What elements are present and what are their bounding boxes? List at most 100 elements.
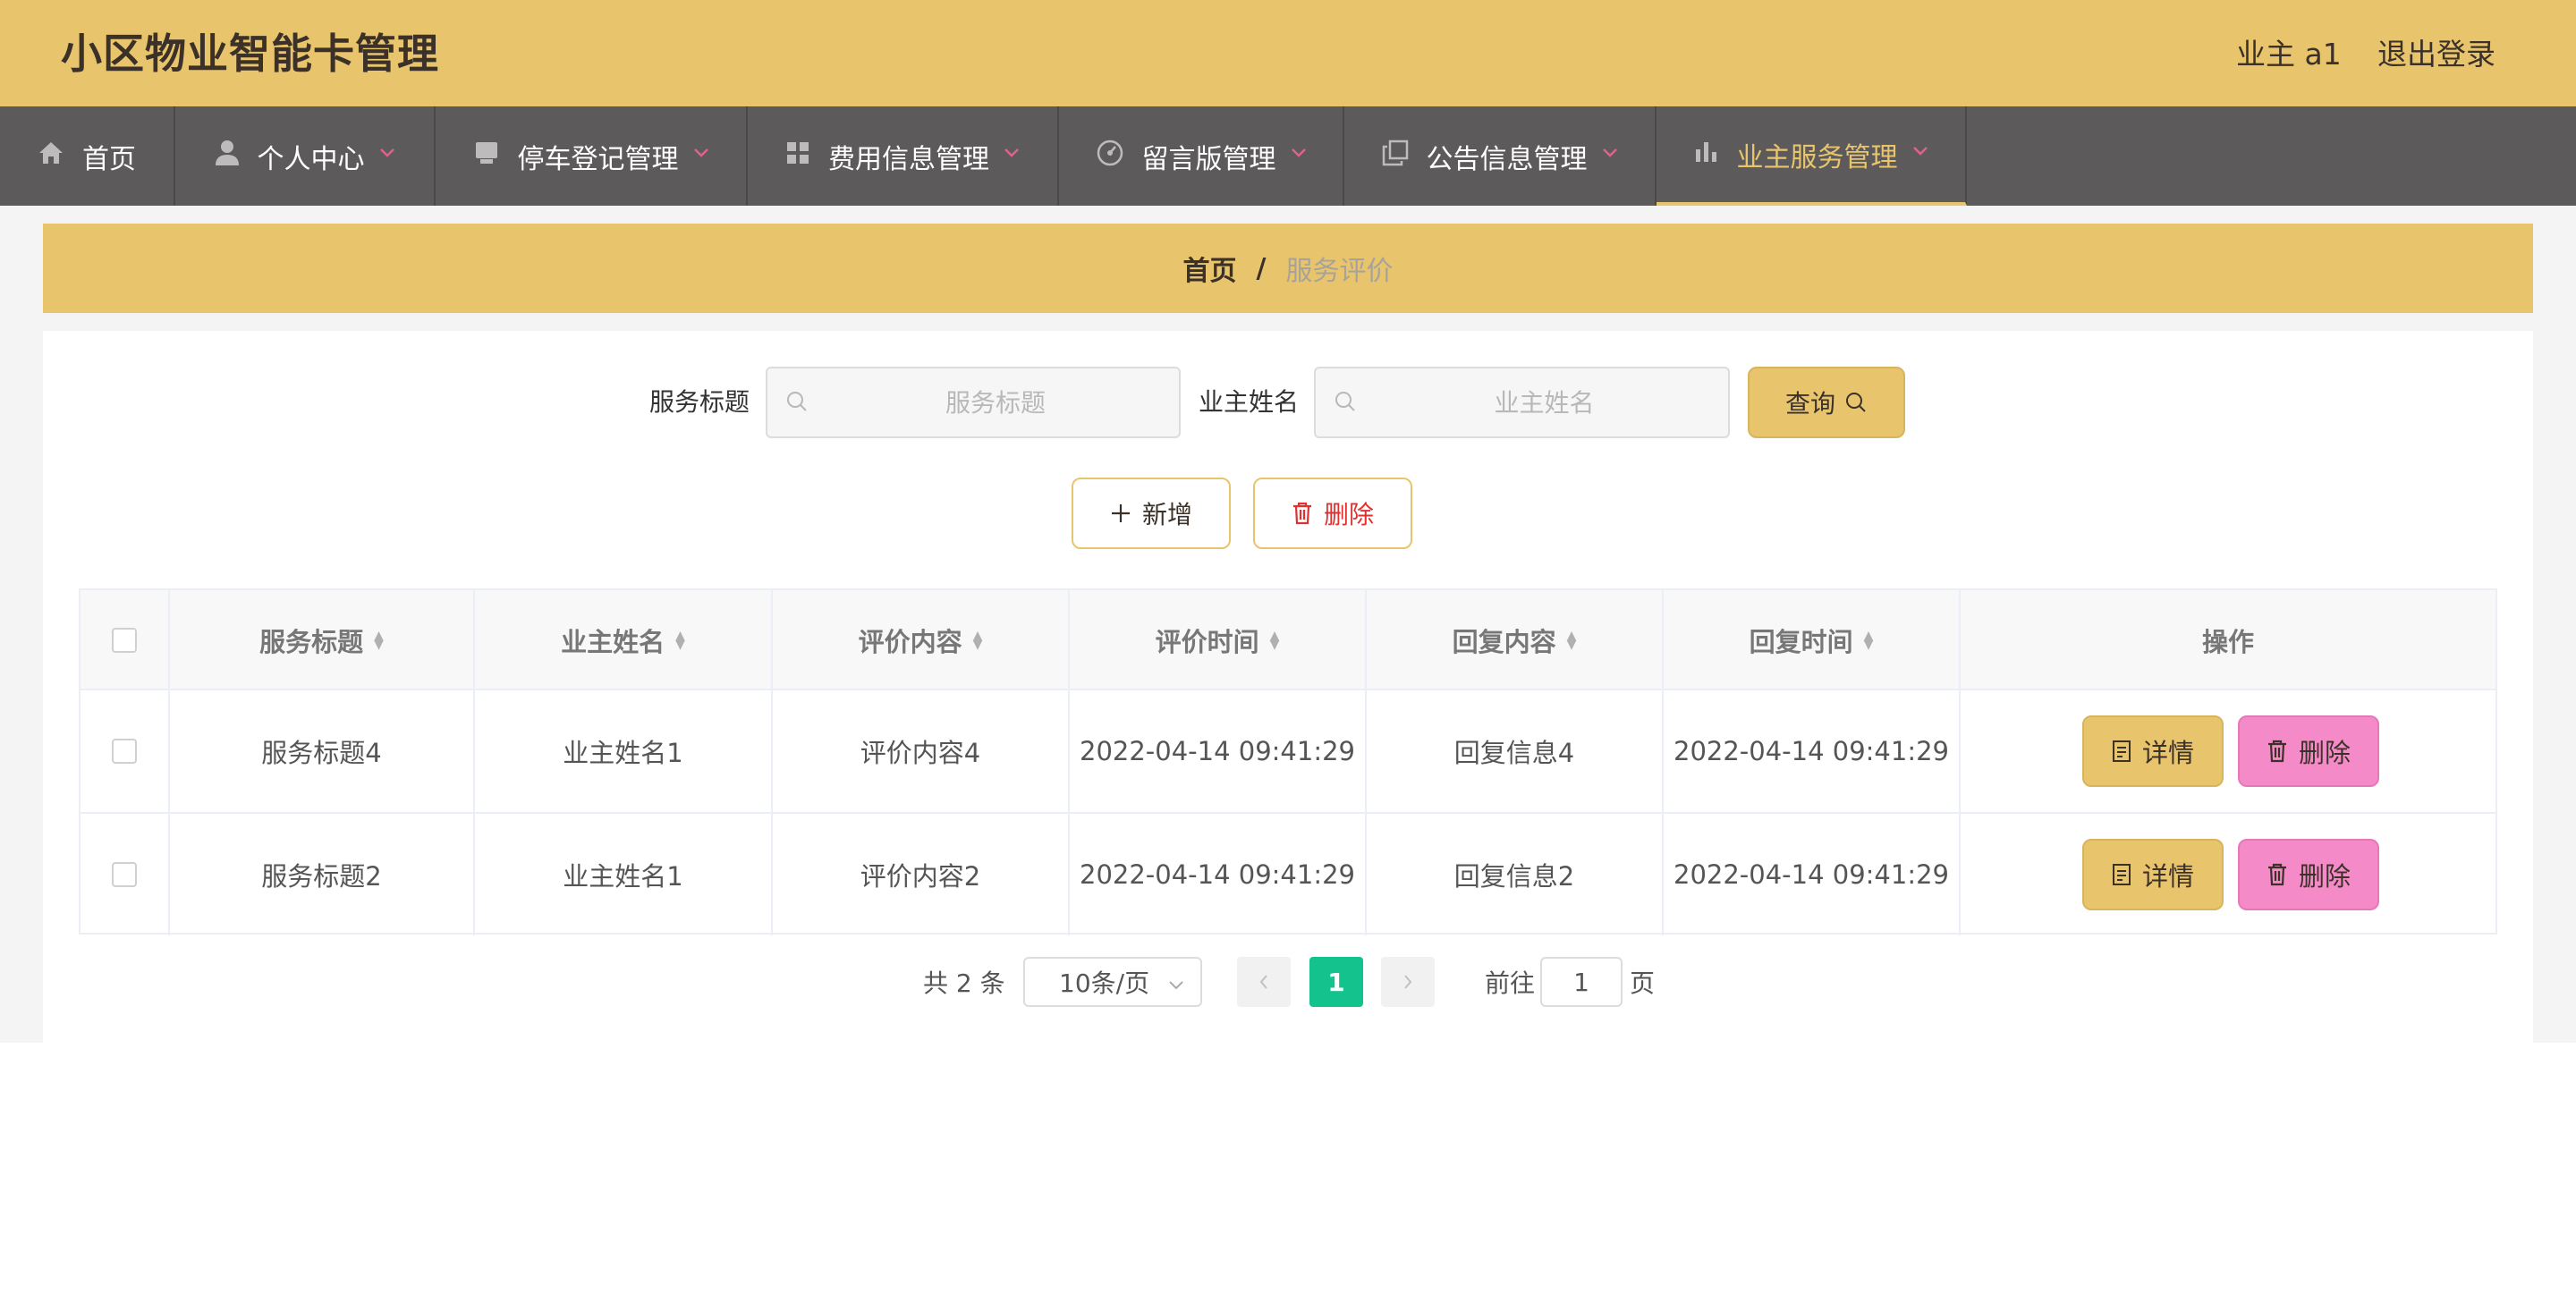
row-checkbox-cell	[80, 690, 170, 812]
row-checkbox-cell	[80, 814, 170, 935]
detail-label: 详情	[2141, 738, 2194, 768]
top-header: 小区物业智能卡管理 业主 a1 退出登录	[0, 0, 2576, 106]
sort-icon[interactable]: ▲ ▼	[1567, 630, 1577, 651]
nav-item-message-board[interactable]: 留言版管理	[1059, 106, 1344, 206]
copy-icon	[1382, 140, 1409, 173]
nav-label: 停车登记管理	[517, 143, 679, 175]
nav-item-personal-center[interactable]: 个人中心	[175, 106, 436, 206]
detail-label: 详情	[2141, 861, 2194, 892]
nav-item-parking[interactable]: 停车登记管理	[436, 106, 748, 206]
search-icon	[1334, 390, 1357, 413]
row-checkbox[interactable]	[112, 739, 137, 764]
header-label: 业主姓名	[561, 627, 665, 657]
detail-button[interactable]: 详情	[2082, 715, 2224, 787]
grid-icon	[785, 140, 810, 173]
box-icon	[473, 140, 500, 173]
header-label: 回复内容	[1452, 627, 1556, 657]
nav-item-announcements[interactable]: 公告信息管理	[1344, 106, 1657, 206]
chevron-down-icon	[1166, 971, 1186, 1001]
cell-reply-time: 2022-04-14 09:41:29	[1664, 690, 1961, 812]
nav-item-home[interactable]: 首页	[0, 106, 175, 206]
owner-search-input[interactable]	[1369, 368, 1719, 436]
detail-button[interactable]: 详情	[2082, 839, 2224, 910]
header-label: 评价时间	[1155, 627, 1259, 657]
table-row: 服务标题2 业主姓名1 评价内容2 2022-04-14 09:41:29 回复…	[80, 814, 2496, 937]
title-search-label: 服务标题	[649, 387, 750, 417]
table-header: 服务标题 ▲ ▼ 业主姓名 ▲ ▼ 评价内容 ▲ ▼ 评价时间 ▲ ▼ 回复内容 ▲ ▼ …	[80, 590, 2496, 690]
user-label: 业主 a1	[2236, 37, 2342, 72]
title-search-input[interactable]	[821, 368, 1170, 436]
cell-service-title: 服务标题4	[170, 690, 475, 812]
cell-owner-name: 业主姓名1	[475, 690, 773, 812]
row-delete-button[interactable]: 删除	[2238, 839, 2379, 910]
sort-icon[interactable]: ▲ ▼	[675, 630, 685, 651]
trash-icon	[2267, 863, 2288, 886]
gauge-icon	[1096, 139, 1124, 174]
logout-link[interactable]: 退出登录	[2377, 34, 2496, 75]
header-label: 服务标题	[259, 627, 364, 657]
plus-icon	[1110, 503, 1131, 524]
cell-owner-name: 业主姓名1	[475, 814, 773, 935]
chevron-right-icon	[1404, 975, 1412, 989]
cell-review-time: 2022-04-14 09:41:29	[1070, 814, 1367, 935]
select-all-checkbox[interactable]	[112, 628, 137, 653]
next-page-button[interactable]	[1381, 957, 1435, 1007]
breadcrumb: 首页 / 服务评价	[43, 224, 2533, 313]
goto-label: 前往	[1485, 968, 1536, 998]
trash-icon	[1292, 502, 1313, 525]
header-owner-name[interactable]: 业主姓名 ▲ ▼	[475, 590, 773, 690]
query-button[interactable]: 查询	[1748, 367, 1905, 438]
table-row: 服务标题4 业主姓名1 评价内容4 2022-04-14 09:41:29 回复…	[80, 690, 2496, 814]
add-button[interactable]: 新增	[1072, 478, 1231, 549]
sort-icon[interactable]: ▲ ▼	[1270, 630, 1280, 651]
remove-label: 删除	[2298, 738, 2351, 768]
row-checkbox[interactable]	[112, 862, 137, 887]
nav-item-fees[interactable]: 费用信息管理	[748, 106, 1059, 206]
page-size-select[interactable]: 10条/页	[1023, 957, 1202, 1007]
chevron-down-icon	[693, 141, 709, 164]
chevron-down-icon	[1291, 141, 1307, 164]
page-size-value: 10条/页	[1059, 968, 1150, 998]
sort-icon[interactable]: ▲ ▼	[1864, 630, 1874, 651]
nav-label: 个人中心	[257, 143, 365, 175]
chevron-down-icon	[379, 141, 395, 164]
owner-search-field[interactable]	[1314, 367, 1730, 438]
breadcrumb-home[interactable]: 首页	[1183, 249, 1237, 288]
header-reply-content[interactable]: 回复内容 ▲ ▼	[1367, 590, 1664, 690]
nav-label: 费用信息管理	[828, 143, 989, 175]
chevron-down-icon	[1912, 140, 1928, 162]
breadcrumb-separator: /	[1256, 252, 1267, 284]
goto-page-input[interactable]: 1	[1540, 957, 1623, 1007]
header-review-content[interactable]: 评价内容 ▲ ▼	[773, 590, 1070, 690]
header-label: 回复时间	[1749, 627, 1853, 657]
chevron-down-icon	[1004, 141, 1020, 164]
header-review-time[interactable]: 评价时间 ▲ ▼	[1070, 590, 1367, 690]
header-label: 操作	[2201, 627, 2254, 657]
row-delete-button[interactable]: 删除	[2238, 715, 2379, 787]
sort-icon[interactable]: ▲ ▼	[973, 630, 983, 651]
data-table: 服务标题 ▲ ▼ 业主姓名 ▲ ▼ 评价内容 ▲ ▼ 评价时间 ▲ ▼ 回复内容 ▲ ▼ …	[79, 588, 2497, 935]
header-checkbox-cell	[80, 590, 170, 690]
title-search-field[interactable]	[766, 367, 1181, 438]
pagination-total: 共 2 条	[923, 968, 1005, 998]
document-icon	[2112, 740, 2131, 763]
owner-search-label: 业主姓名	[1199, 387, 1300, 417]
chevron-down-icon	[1602, 141, 1618, 164]
header-actions: 操作	[1961, 590, 2496, 690]
nav-label: 公告信息管理	[1426, 143, 1588, 175]
page-number-current[interactable]: 1	[1309, 957, 1363, 1007]
header-service-title[interactable]: 服务标题 ▲ ▼	[170, 590, 475, 690]
home-icon	[38, 140, 64, 173]
cell-reply-content: 回复信息2	[1367, 814, 1664, 935]
nav-item-owner-services[interactable]: 业主服务管理	[1657, 106, 1967, 206]
bulk-delete-button[interactable]: 删除	[1253, 478, 1412, 549]
header-reply-time[interactable]: 回复时间 ▲ ▼	[1664, 590, 1961, 690]
breadcrumb-current: 服务评价	[1285, 256, 1394, 287]
sort-icon[interactable]: ▲ ▼	[374, 630, 384, 651]
page-suffix-label: 页	[1630, 968, 1656, 998]
query-label: 查询	[1784, 389, 1835, 419]
nav-label: 业主服务管理	[1736, 141, 1898, 173]
search-icon	[785, 390, 809, 413]
cell-reply-time: 2022-04-14 09:41:29	[1664, 814, 1961, 935]
prev-page-button[interactable]	[1237, 957, 1291, 1007]
